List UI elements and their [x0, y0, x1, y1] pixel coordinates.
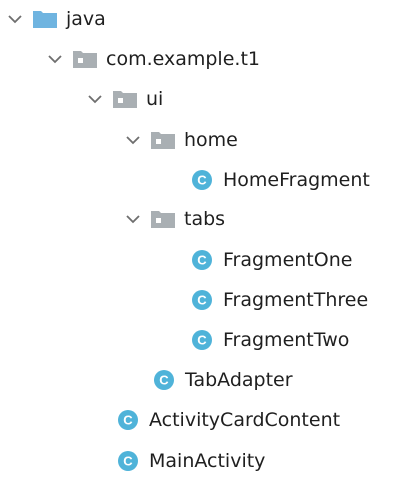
tree-node-main-activity[interactable]: C MainActivity: [117, 443, 265, 479]
package-folder-icon: [150, 209, 176, 229]
class-icon: C: [153, 369, 175, 391]
tree-node-home[interactable]: home: [124, 122, 238, 158]
tree-node-activity-card-content[interactable]: C ActivityCardContent: [117, 402, 340, 438]
tree-node-label: HomeFragment: [223, 169, 370, 191]
chevron-down-icon[interactable]: [46, 50, 64, 68]
tree-node-label: ui: [146, 88, 164, 110]
tree-node-home-fragment[interactable]: C HomeFragment: [191, 162, 370, 198]
svg-text:C: C: [197, 293, 207, 308]
tree-node-tab-adapter[interactable]: C TabAdapter: [153, 362, 293, 398]
tree-node-ui[interactable]: ui: [86, 81, 163, 117]
tree-node-label: MainActivity: [149, 450, 266, 472]
package-folder-icon: [150, 130, 176, 150]
tree-node-label: tabs: [184, 208, 226, 230]
class-icon: C: [191, 249, 213, 271]
chevron-down-icon[interactable]: [6, 10, 24, 28]
tree-node-fragment-three[interactable]: C FragmentThree: [191, 282, 368, 318]
svg-text:C: C: [123, 454, 133, 469]
class-icon: C: [117, 409, 139, 431]
tree-node-tabs[interactable]: tabs: [124, 201, 225, 237]
tree-node-label: TabAdapter: [185, 369, 293, 391]
package-folder-icon: [72, 49, 98, 69]
svg-text:C: C: [197, 333, 207, 348]
tree-node-label: FragmentTwo: [223, 329, 350, 351]
tree-node-java[interactable]: java: [6, 1, 106, 37]
svg-text:C: C: [197, 253, 207, 268]
tree-node-fragment-two[interactable]: C FragmentTwo: [191, 322, 349, 358]
tree-node-com-example-t1[interactable]: com.example.t1: [46, 41, 260, 77]
class-icon: C: [191, 329, 213, 351]
svg-text:C: C: [123, 413, 133, 428]
chevron-down-icon[interactable]: [124, 210, 142, 228]
tree-node-label: com.example.t1: [106, 48, 260, 70]
tree-node-label: java: [66, 8, 106, 30]
class-icon: C: [191, 289, 213, 311]
tree-node-label: FragmentThree: [223, 289, 369, 311]
svg-text:C: C: [197, 173, 207, 188]
class-icon: C: [117, 450, 139, 472]
chevron-down-icon[interactable]: [86, 90, 104, 108]
tree-node-label: ActivityCardContent: [149, 409, 341, 431]
package-folder-icon: [112, 89, 138, 109]
tree-node-label: FragmentOne: [223, 249, 353, 271]
class-icon: C: [191, 169, 213, 191]
tree-node-label: home: [184, 129, 238, 151]
tree-node-fragment-one[interactable]: C FragmentOne: [191, 242, 352, 278]
chevron-down-icon[interactable]: [124, 131, 142, 149]
source-folder-icon: [32, 9, 58, 29]
svg-text:C: C: [159, 373, 169, 388]
